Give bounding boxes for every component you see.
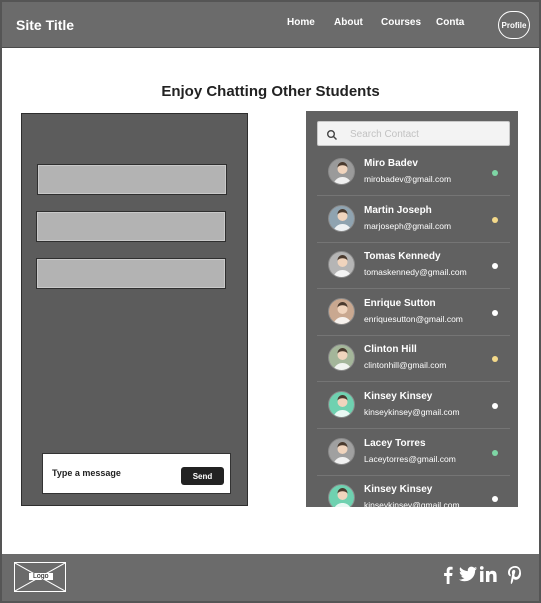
status-indicator bbox=[492, 263, 498, 270]
contact-name: Miro Badev bbox=[364, 158, 418, 169]
status-indicator bbox=[492, 496, 498, 503]
avatar bbox=[328, 344, 355, 372]
contact-name: Kinsey Kinsey bbox=[364, 391, 433, 402]
contact-item[interactable]: Lacey Torres Laceytorres@gmail.com bbox=[317, 430, 510, 476]
status-indicator bbox=[492, 403, 498, 409]
contact-name: Clinton Hill bbox=[364, 344, 417, 356]
facebook-icon[interactable] bbox=[443, 566, 453, 589]
message-compose: Type a message Send bbox=[42, 453, 231, 494]
chat-message-bubble bbox=[37, 164, 227, 195]
contact-item[interactable]: Kinsey Kinsey kinseykinsey@gmail.com bbox=[317, 383, 510, 429]
nav-about[interactable]: About bbox=[334, 17, 363, 28]
message-input[interactable]: Type a message bbox=[52, 468, 121, 478]
contact-item[interactable]: Miro Badev mirobadev@gmail.com bbox=[317, 150, 510, 196]
avatar bbox=[328, 251, 355, 279]
contacts-panel: Miro Badev mirobadev@gmail.com Martin Jose… bbox=[306, 111, 518, 507]
avatar bbox=[328, 297, 355, 325]
pinterest-icon[interactable] bbox=[508, 566, 522, 589]
linkedin-icon[interactable] bbox=[479, 566, 497, 587]
nav-courses[interactable]: Courses bbox=[381, 17, 421, 28]
contact-email: clintonhill@gmail.com bbox=[364, 360, 447, 371]
contact-name: Martin Joseph bbox=[364, 204, 432, 216]
site-title[interactable]: Site Title bbox=[16, 17, 74, 33]
contact-item[interactable]: Martin Joseph marjoseph@gmail.com bbox=[317, 197, 510, 243]
avatar bbox=[328, 391, 355, 418]
contact-email: kinseykinsey@gmail.com bbox=[364, 407, 460, 417]
contact-name: Tomas Kennedy bbox=[364, 251, 441, 263]
contact-item[interactable]: Enrique Sutton enriquesutton@gmail.com bbox=[317, 290, 510, 336]
header: Site Title Home About Courses Conta Prof… bbox=[2, 2, 539, 48]
contact-name: Lacey Torres bbox=[364, 437, 426, 449]
contact-item[interactable]: Tomas Kennedy tomaskennedy@gmail.com bbox=[317, 243, 510, 290]
footer: Logo bbox=[2, 554, 539, 601]
nav-home[interactable]: Home bbox=[287, 17, 315, 28]
contact-email: Laceytorres@gmail.com bbox=[364, 453, 456, 464]
contact-email: marjoseph@gmail.com bbox=[364, 220, 452, 231]
nav-contact[interactable]: Conta bbox=[436, 17, 464, 28]
contact-name: Kinsey Kinsey bbox=[364, 484, 433, 496]
logo[interactable]: Logo bbox=[14, 562, 66, 592]
search-box bbox=[317, 121, 510, 146]
status-indicator bbox=[492, 309, 498, 316]
contact-email: enriquesutton@gmail.com bbox=[364, 313, 463, 324]
contact-item[interactable]: Kinsey Kinsey kinseykinsey@gmail.com bbox=[317, 476, 510, 507]
send-button[interactable]: Send bbox=[181, 467, 224, 485]
twitter-icon[interactable] bbox=[459, 566, 477, 587]
status-indicator bbox=[492, 449, 498, 456]
status-indicator bbox=[492, 356, 498, 363]
contact-email: tomaskennedy@gmail.com bbox=[364, 267, 467, 278]
avatar bbox=[328, 437, 355, 465]
avatar bbox=[328, 204, 355, 232]
avatar bbox=[328, 158, 355, 185]
logo-label: Logo bbox=[29, 573, 53, 580]
chat-message-bubble bbox=[36, 211, 226, 242]
profile-button[interactable]: Profile bbox=[498, 11, 530, 39]
chat-panel: Type a message Send bbox=[21, 113, 248, 506]
contact-email: kinseykinsey@gmail.com bbox=[364, 500, 460, 507]
status-indicator bbox=[492, 170, 498, 176]
contact-email: mirobadev@gmail.com bbox=[364, 174, 452, 184]
contact-item[interactable]: Clinton Hill clintonhill@gmail.com bbox=[317, 336, 510, 383]
search-icon bbox=[326, 128, 338, 140]
avatar bbox=[328, 484, 355, 507]
chat-message-bubble bbox=[36, 258, 226, 289]
page-title: Enjoy Chatting Other Students bbox=[161, 83, 380, 100]
contact-name: Enrique Sutton bbox=[364, 297, 436, 309]
search-input[interactable] bbox=[350, 126, 500, 142]
status-indicator bbox=[492, 216, 498, 223]
